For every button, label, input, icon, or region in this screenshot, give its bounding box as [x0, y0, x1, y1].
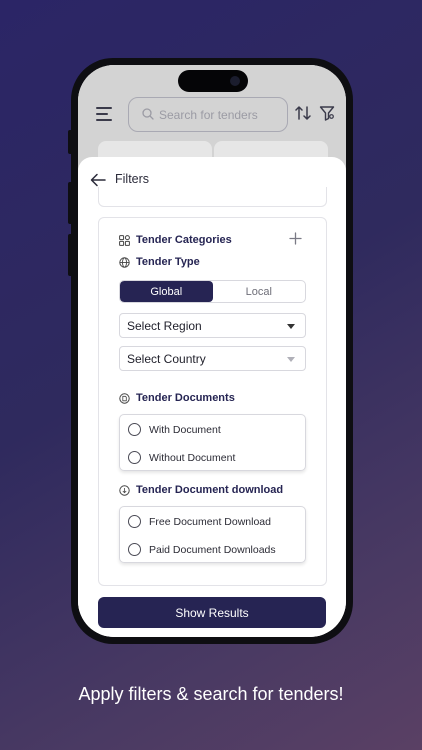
- radio-button[interactable]: [128, 423, 141, 436]
- country-select[interactable]: Select Country: [119, 346, 306, 371]
- search-input[interactable]: [159, 106, 279, 124]
- download-document-icon: [119, 484, 130, 496]
- tender-documents-row: Tender Documents: [119, 392, 235, 404]
- region-select-value: Select Region: [127, 318, 202, 333]
- promo-caption: Apply filters & search for tenders!: [78, 684, 344, 704]
- option-label: With Document: [149, 423, 221, 436]
- document-icon: [119, 392, 130, 404]
- search-icon: [142, 108, 154, 120]
- option-paid-download[interactable]: Paid Document Downloads: [128, 543, 276, 556]
- filters-sheet: Filters Tender Categories Tender Type Gl…: [78, 157, 346, 637]
- tender-categories-row[interactable]: Tender Categories: [119, 234, 232, 246]
- sort-icon[interactable]: [295, 105, 311, 121]
- search-bar[interactable]: [128, 97, 288, 132]
- categories-icon: [119, 234, 130, 246]
- option-without-document[interactable]: Without Document: [128, 451, 235, 464]
- tender-download-row: Tender Document download: [119, 484, 283, 496]
- option-with-document[interactable]: With Document: [128, 423, 221, 436]
- tender-categories-label: Tender Categories: [136, 234, 232, 246]
- option-free-download[interactable]: Free Document Download: [128, 515, 271, 528]
- tender-download-label: Tender Document download: [136, 484, 284, 496]
- tender-download-options: Free Document Download Paid Document Dow…: [119, 506, 306, 563]
- plus-icon[interactable]: [289, 232, 302, 245]
- previous-filter-card: [98, 187, 327, 207]
- country-select-value: Select Country: [127, 351, 206, 366]
- radio-button[interactable]: [128, 515, 141, 528]
- tender-type-row: Tender Type: [119, 256, 200, 268]
- region-select[interactable]: Select Region: [119, 313, 306, 338]
- tender-type-global[interactable]: Global: [120, 281, 213, 302]
- tender-documents-label: Tender Documents: [136, 392, 235, 404]
- filters-title: Filters: [115, 172, 150, 186]
- option-label: Free Document Download: [149, 515, 271, 528]
- radio-button[interactable]: [128, 451, 141, 464]
- tender-type-local[interactable]: Local: [213, 281, 306, 302]
- phone-screen: Filters Tender Categories: [78, 65, 346, 637]
- filter-icon[interactable]: [319, 105, 335, 121]
- tender-type-toggle: Global Local: [119, 280, 306, 303]
- tender-documents-options: With Document Without Document: [119, 414, 306, 471]
- globe-icon: [119, 256, 130, 268]
- hamburger-menu-icon[interactable]: [96, 107, 114, 121]
- option-label: Paid Document Downloads: [149, 543, 276, 556]
- radio-button[interactable]: [128, 543, 141, 556]
- tender-type-label: Tender Type: [136, 256, 200, 268]
- chevron-down-icon: [287, 324, 295, 329]
- filter-card: Tender Categories Tender Type Global Loc…: [98, 217, 327, 586]
- dynamic-island: [178, 70, 248, 92]
- chevron-down-icon: [287, 357, 295, 362]
- show-results-button[interactable]: Show Results: [98, 597, 326, 628]
- back-arrow-icon[interactable]: [90, 173, 106, 187]
- option-label: Without Document: [149, 451, 236, 464]
